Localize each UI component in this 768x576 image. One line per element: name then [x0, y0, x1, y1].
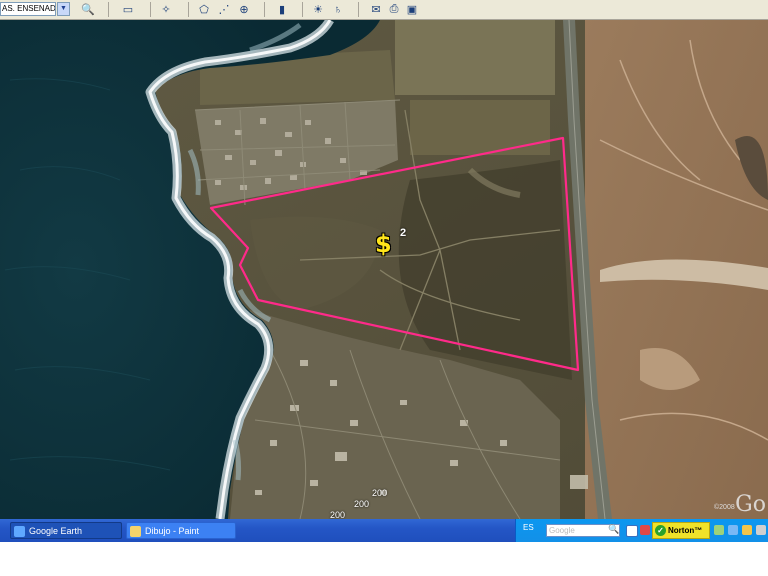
toolbar-separator: [150, 2, 151, 17]
task-label: Google Earth: [29, 526, 83, 536]
save-image-icon[interactable]: ▣: [404, 2, 420, 17]
sun-icon[interactable]: ☀: [310, 2, 326, 17]
toolbar-separator: [358, 2, 359, 17]
search-icon[interactable]: 🔍: [608, 524, 619, 535]
polygon-add-icon[interactable]: ⬠: [196, 2, 212, 17]
elevation-label: 200: [354, 499, 370, 509]
window-icon[interactable]: [626, 525, 638, 537]
print-icon[interactable]: ⎙: [386, 2, 402, 17]
language-indicator[interactable]: ES: [523, 523, 534, 532]
network-icon[interactable]: [714, 525, 724, 535]
toolbar-separator: [264, 2, 265, 17]
taskbar-button-paint[interactable]: Dibujo - Paint: [126, 522, 236, 539]
task-label: Dibujo - Paint: [145, 526, 200, 536]
elevation-label: 200: [372, 488, 388, 498]
norton-label: Norton™: [668, 526, 703, 535]
placemark-add-icon[interactable]: ✧: [158, 2, 174, 17]
email-icon[interactable]: ✉: [368, 2, 384, 17]
sidebar-toggle-icon[interactable]: ▭: [120, 2, 136, 17]
sync-icon[interactable]: [756, 525, 766, 535]
imagery-copyright: ©2008: [714, 504, 735, 511]
globe-icon: [14, 526, 25, 537]
google-earth-toolbar: AS. ENSENADA. ▼ 🔍 ▭ ✧ ⬠ ⋰ ⊕ ▮ ☀ ♄ ✉⎙▣: [0, 0, 768, 20]
checkmark-icon: ✓: [655, 525, 666, 536]
dollar-sign-icon: $: [375, 230, 392, 258]
ruler-icon[interactable]: ▮: [274, 2, 290, 17]
satellite-map-view[interactable]: $ 2 200 200 200 ©2008 Go: [0, 20, 768, 519]
toolbar-separator: [302, 2, 303, 17]
taskbar-button-google-earth[interactable]: Google Earth: [10, 522, 122, 539]
search-dropdown-button[interactable]: ▼: [57, 2, 70, 16]
satellite-imagery: [0, 20, 768, 519]
norton-tray-button[interactable]: ✓ Norton™: [652, 522, 710, 539]
chevron-down-icon: ▼: [60, 5, 67, 12]
path-add-icon[interactable]: ⋰: [216, 2, 232, 17]
windows-taskbar: Google Earth Dibujo - Paint ES Google 🔍 …: [0, 519, 768, 542]
toolbar-separator: [188, 2, 189, 17]
blank-area: [0, 542, 768, 576]
update-icon[interactable]: [742, 525, 752, 535]
planet-icon[interactable]: ♄: [330, 2, 346, 17]
security-icon[interactable]: [640, 525, 650, 535]
placemark[interactable]: $ 2: [375, 227, 406, 258]
paint-icon: [130, 526, 141, 537]
search-icon[interactable]: 🔍: [80, 2, 96, 17]
google-logo: Go: [735, 492, 766, 517]
elevation-label: 200: [330, 510, 346, 519]
placemark-label: 2: [400, 227, 407, 239]
search-input[interactable]: AS. ENSENADA.: [0, 2, 56, 16]
toolbar-separator: [108, 2, 109, 17]
volume-icon[interactable]: [728, 525, 738, 535]
overlay-add-icon[interactable]: ⊕: [236, 2, 252, 17]
